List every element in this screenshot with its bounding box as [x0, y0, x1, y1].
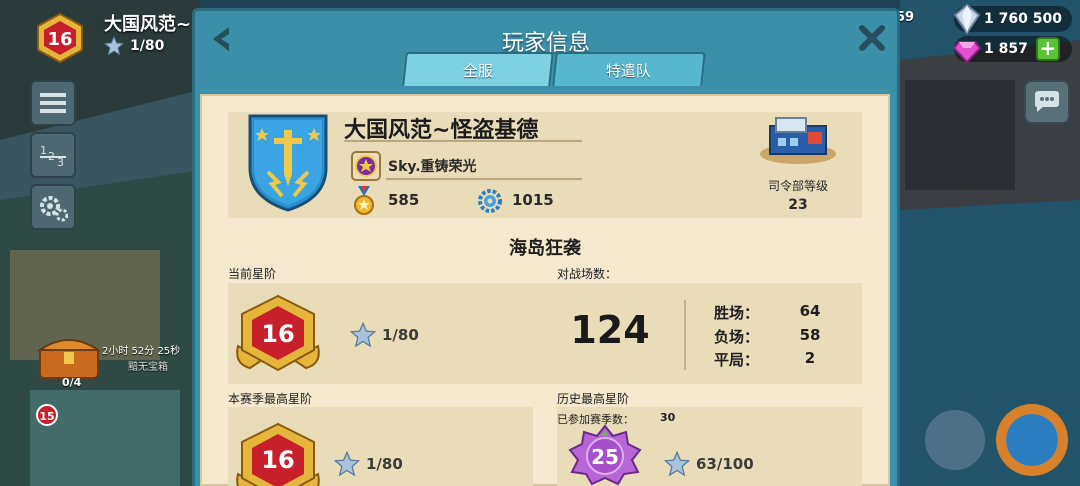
losses-label: 负场： [714, 328, 760, 346]
player-rank-badge[interactable]: 16 [34, 12, 86, 64]
battles-label: 对战场数： [557, 267, 618, 281]
chest-timer: 2小时 52分 25秒 [102, 346, 181, 357]
star-icon [104, 36, 124, 56]
leaderboard-icon: 123 [40, 144, 66, 168]
star-icon [334, 451, 360, 477]
current-rank-label: 当前星阶 [228, 267, 277, 281]
buy-gems-button[interactable]: + [1035, 37, 1060, 61]
stats-divider [684, 300, 686, 370]
draws-label: 平局： [714, 351, 760, 369]
gem-amount: 1 857 [984, 41, 1028, 57]
all-time-best-label: 历史最高星阶 [557, 392, 630, 406]
gear-icon [40, 196, 68, 222]
wins-label: 胜场： [714, 304, 760, 322]
medal-count: 585 [388, 191, 420, 209]
warfare-section-title: 海岛狂袭 [509, 238, 581, 259]
season-best-rank-text: 16 [261, 446, 294, 474]
close-icon[interactable] [857, 23, 887, 53]
hq-level-label: 司令部等级 [767, 179, 828, 193]
gem-icon [952, 41, 982, 64]
menu-button[interactable] [30, 80, 76, 126]
rank-level-text: 16 [47, 29, 72, 50]
losses-value: 58 [799, 326, 821, 344]
battles-total: 124 [570, 308, 650, 352]
current-stars-text: 1/80 [382, 326, 419, 344]
gem-resource: 1 857 + [952, 36, 1072, 64]
star-icon [664, 451, 690, 477]
all-time-best-badge: 25 [568, 424, 642, 486]
chat-button[interactable] [1024, 80, 1070, 124]
clan-shield-icon [248, 114, 328, 212]
current-stars: 1/80 [350, 322, 419, 348]
all-time-best-stars: 63/100 [664, 451, 754, 477]
star-icon [350, 322, 376, 348]
tab-task-force[interactable]: 特遣队 [552, 52, 706, 86]
treasure-chest-icon[interactable] [36, 334, 102, 380]
notification-badge: 15 [36, 404, 58, 426]
svg-text:1: 1 [40, 144, 47, 157]
current-rank-text: 16 [261, 320, 294, 348]
seasons-played-value: 30 [660, 411, 676, 424]
wins-value: 64 [799, 302, 821, 320]
team-divider [386, 178, 582, 180]
leaderboard-button[interactable]: 123 [30, 132, 76, 178]
season-best-stars: 1/80 [334, 451, 403, 477]
current-rank-badge: 16 [236, 294, 320, 372]
medal-icon [354, 186, 374, 215]
task-force-emblem-icon [351, 151, 381, 181]
chest-label: 黯无宝箱 [128, 362, 168, 373]
task-force-name[interactable]: Sky.重铸荣光 [388, 156, 477, 176]
hq-level-value: 23 [788, 197, 808, 213]
headquarters-icon [760, 117, 836, 164]
name-divider [344, 140, 582, 142]
tab-global-label: 全服 [462, 61, 493, 80]
menu-icon [40, 93, 66, 113]
all-time-best-stars-text: 63/100 [696, 455, 754, 473]
draws-value: 2 [804, 349, 816, 367]
tab-task-force-label: 特遣队 [606, 61, 652, 80]
hud-stars-text: 1/80 [130, 38, 165, 54]
season-best-badge: 16 [236, 422, 320, 486]
diamond-amount: 1 760 500 [984, 11, 1062, 27]
season-best-label: 本赛季最高星阶 [228, 392, 313, 406]
chat-icon [1035, 91, 1059, 112]
intel-gear-icon [478, 189, 502, 213]
all-time-rank-text: 25 [591, 445, 619, 469]
diamond-icon [953, 3, 981, 35]
player-name-hud: 大国风范~ [104, 14, 192, 35]
chest-progress: 0/4 [62, 376, 82, 389]
season-best-stars-text: 1/80 [366, 455, 403, 473]
settings-button[interactable] [30, 184, 76, 230]
diamond-resource: 1 760 500 [953, 3, 1072, 35]
intel-count: 1015 [512, 191, 554, 209]
tab-global[interactable]: 全服 [402, 52, 554, 86]
hud-stars: 1/80 [104, 36, 164, 56]
